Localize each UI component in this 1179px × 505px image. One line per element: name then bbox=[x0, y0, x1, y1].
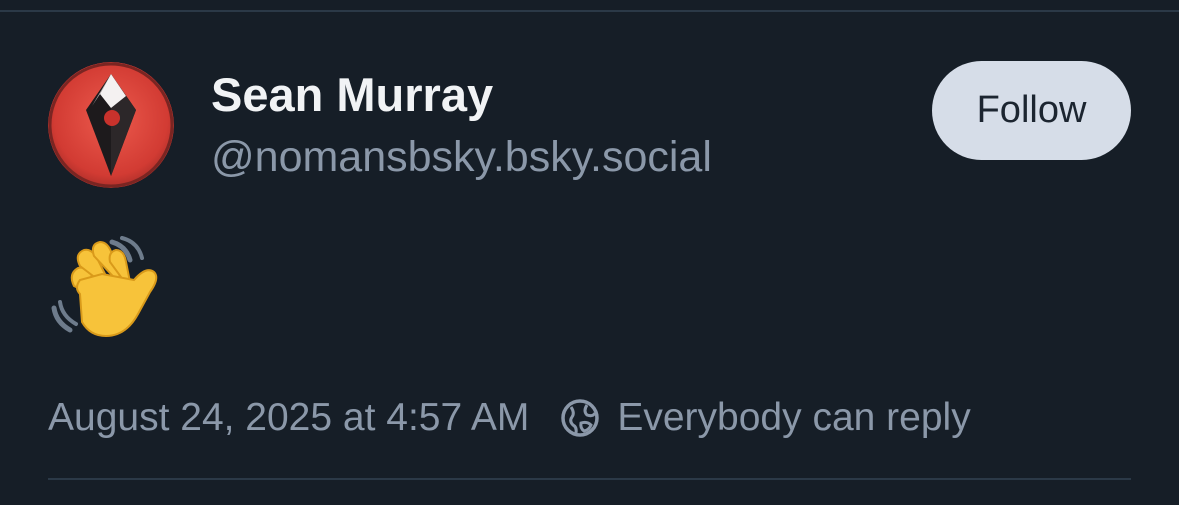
post-meta: August 24, 2025 at 4:57 AM Everybody can… bbox=[48, 392, 971, 444]
avatar[interactable] bbox=[48, 62, 174, 188]
waving-hand-icon bbox=[51, 236, 158, 338]
no-mans-sky-logo-icon bbox=[48, 62, 174, 188]
follow-button[interactable]: Follow bbox=[932, 61, 1131, 160]
author-display-name[interactable]: Sean Murray bbox=[211, 66, 493, 124]
author-handle[interactable]: @nomansbsky.bsky.social bbox=[211, 130, 712, 184]
bottom-divider bbox=[48, 478, 1131, 480]
reply-setting[interactable]: Everybody can reply bbox=[559, 392, 971, 444]
post-text bbox=[50, 236, 162, 346]
reply-setting-label: Everybody can reply bbox=[617, 396, 971, 439]
post-timestamp[interactable]: August 24, 2025 at 4:57 AM bbox=[48, 392, 529, 444]
post-card: Sean Murray @nomansbsky.bsky.social Foll… bbox=[0, 0, 1179, 505]
top-divider bbox=[0, 10, 1179, 12]
globe-icon bbox=[561, 399, 600, 437]
